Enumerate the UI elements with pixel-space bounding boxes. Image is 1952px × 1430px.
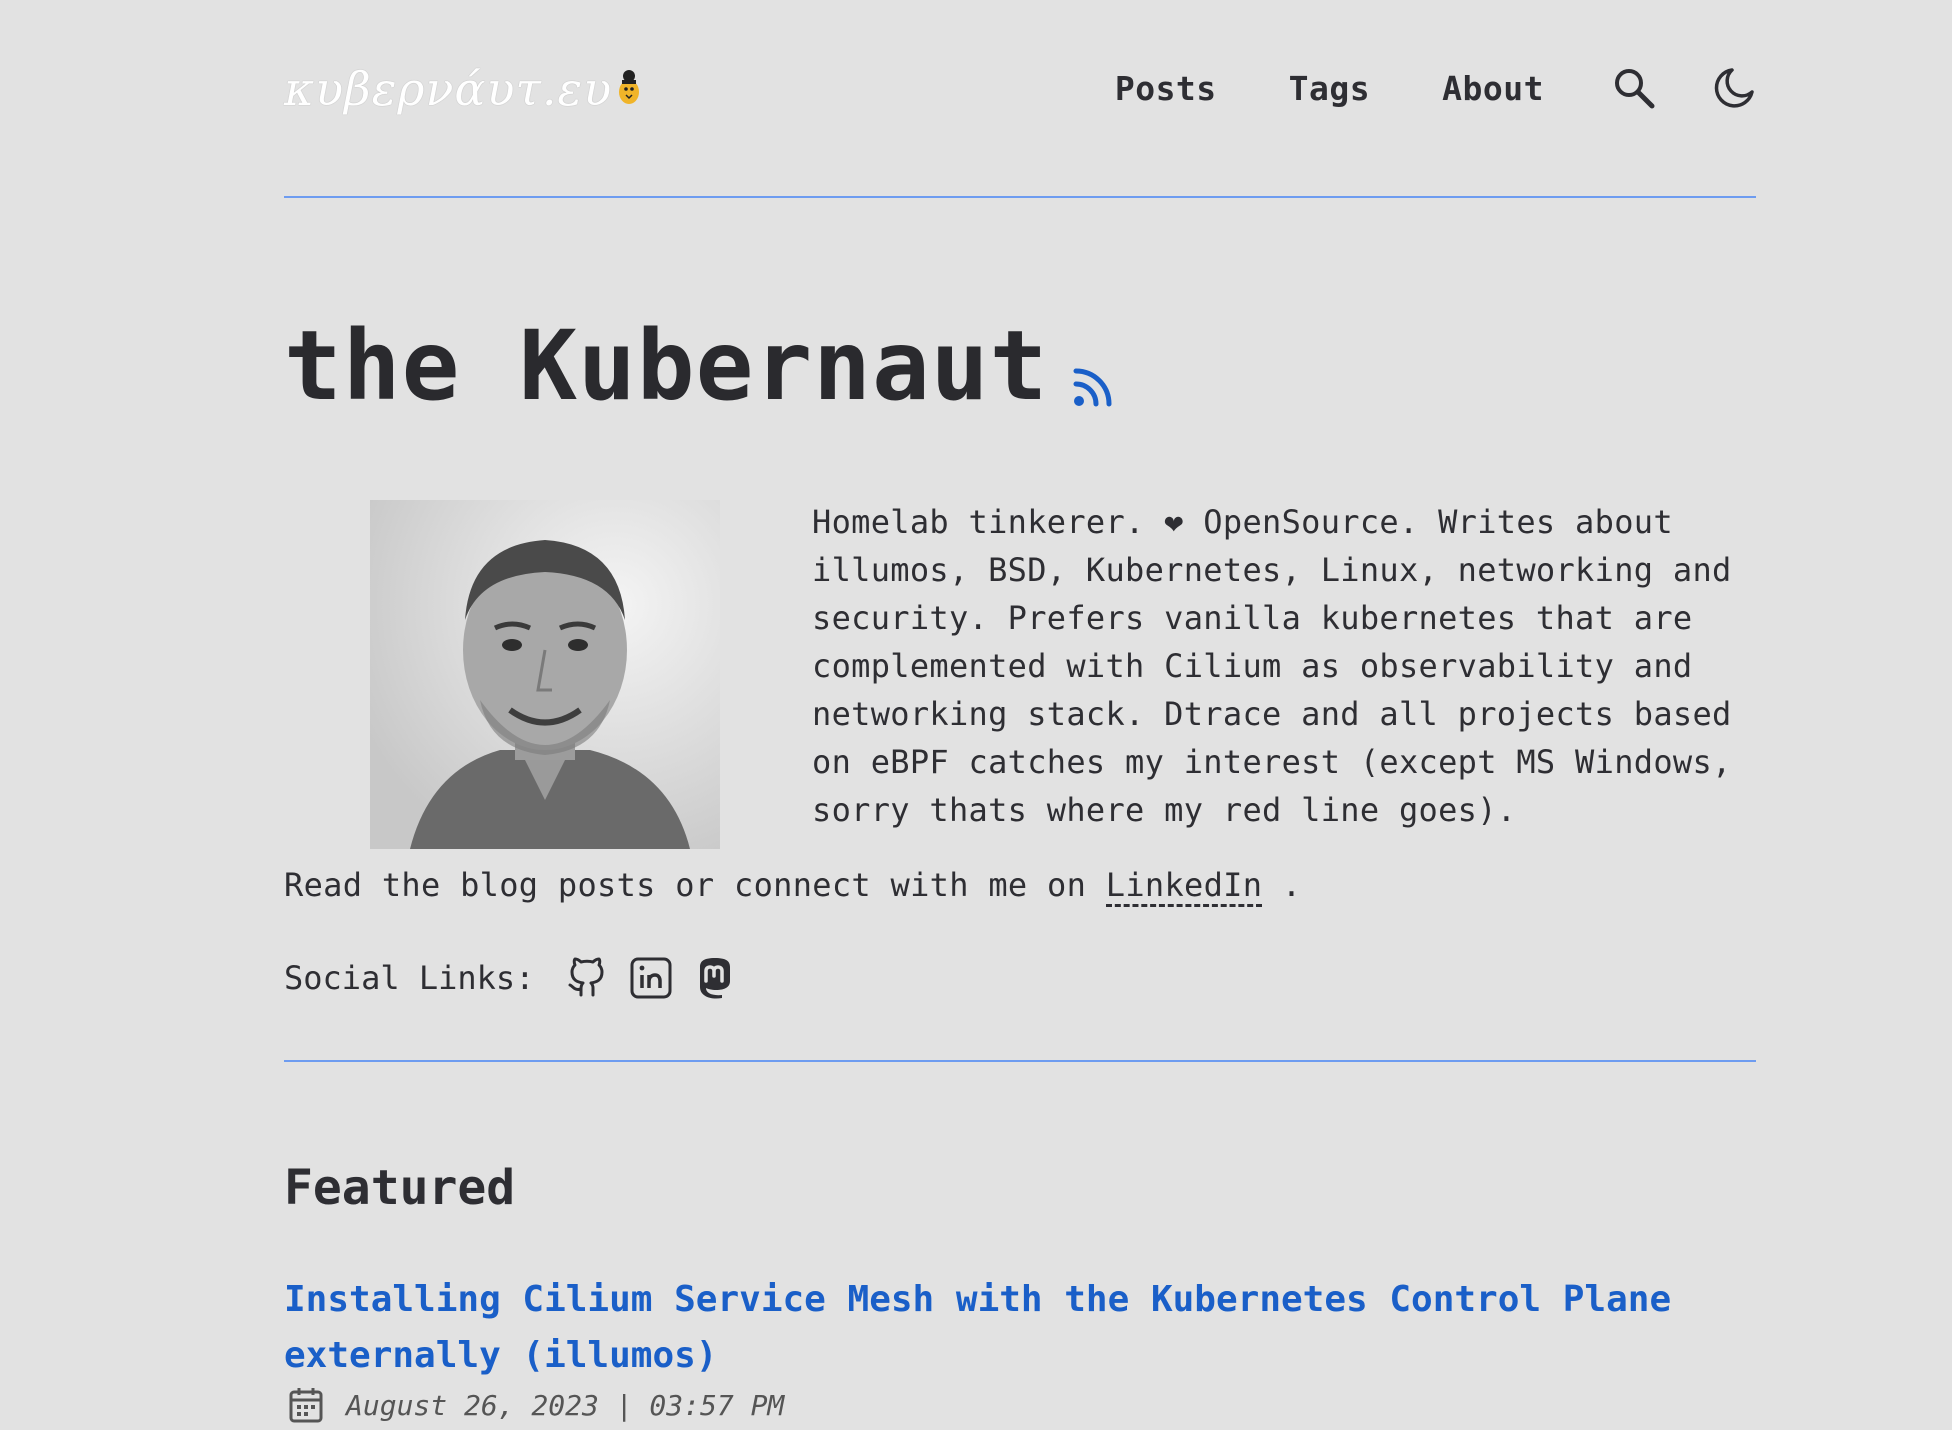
linkedin-link[interactable]: LinkedIn bbox=[1105, 866, 1263, 907]
social-label: Social Links: bbox=[284, 959, 535, 997]
section-divider bbox=[284, 1060, 1756, 1062]
read-suffix: . bbox=[1262, 866, 1302, 904]
mascot-icon bbox=[619, 70, 640, 104]
read-line: Read the blog posts or connect with me o… bbox=[284, 866, 1302, 907]
nav-posts[interactable]: Posts bbox=[1115, 69, 1217, 108]
post-date: August 26, 2023 | 03:57 PM bbox=[346, 1388, 785, 1422]
page-container: κυβερνάυτ.ευ Posts Tags About the Kubern… bbox=[284, 0, 1756, 1423]
profile-photo bbox=[370, 500, 720, 849]
github-icon[interactable] bbox=[564, 955, 610, 1001]
social-links: Social Links: bbox=[284, 955, 738, 1001]
search-icon[interactable] bbox=[1612, 66, 1656, 110]
rss-icon[interactable] bbox=[1072, 366, 1114, 408]
nav-about[interactable]: About bbox=[1442, 69, 1544, 108]
mastodon-icon[interactable] bbox=[692, 955, 738, 1001]
main-nav: Posts Tags About bbox=[1043, 66, 1756, 110]
featured-heading: Featured bbox=[284, 1160, 516, 1216]
read-text: Read the blog posts or connect with me o… bbox=[284, 866, 1087, 904]
site-title: the Kubernaut bbox=[284, 310, 1049, 422]
nav-tags[interactable]: Tags bbox=[1289, 69, 1370, 108]
logo-text: κυβερνάυτ.ευ bbox=[284, 62, 613, 116]
site-header: κυβερνάυτ.ευ Posts Tags About bbox=[284, 0, 1756, 198]
post-meta: August 26, 2023 | 03:57 PM bbox=[288, 1386, 784, 1424]
site-logo[interactable]: κυβερνάυτ.ευ bbox=[284, 62, 642, 116]
linkedin-icon[interactable] bbox=[628, 955, 674, 1001]
moon-icon[interactable] bbox=[1712, 66, 1756, 110]
bio-text: Homelab tinkerer. ❤ OpenSource. Writes a… bbox=[812, 503, 1732, 829]
page-title: the Kubernaut bbox=[284, 310, 1114, 422]
calendar-icon bbox=[289, 1388, 323, 1423]
featured-post-title[interactable]: Installing Cilium Service Mesh with the … bbox=[284, 1272, 1754, 1384]
